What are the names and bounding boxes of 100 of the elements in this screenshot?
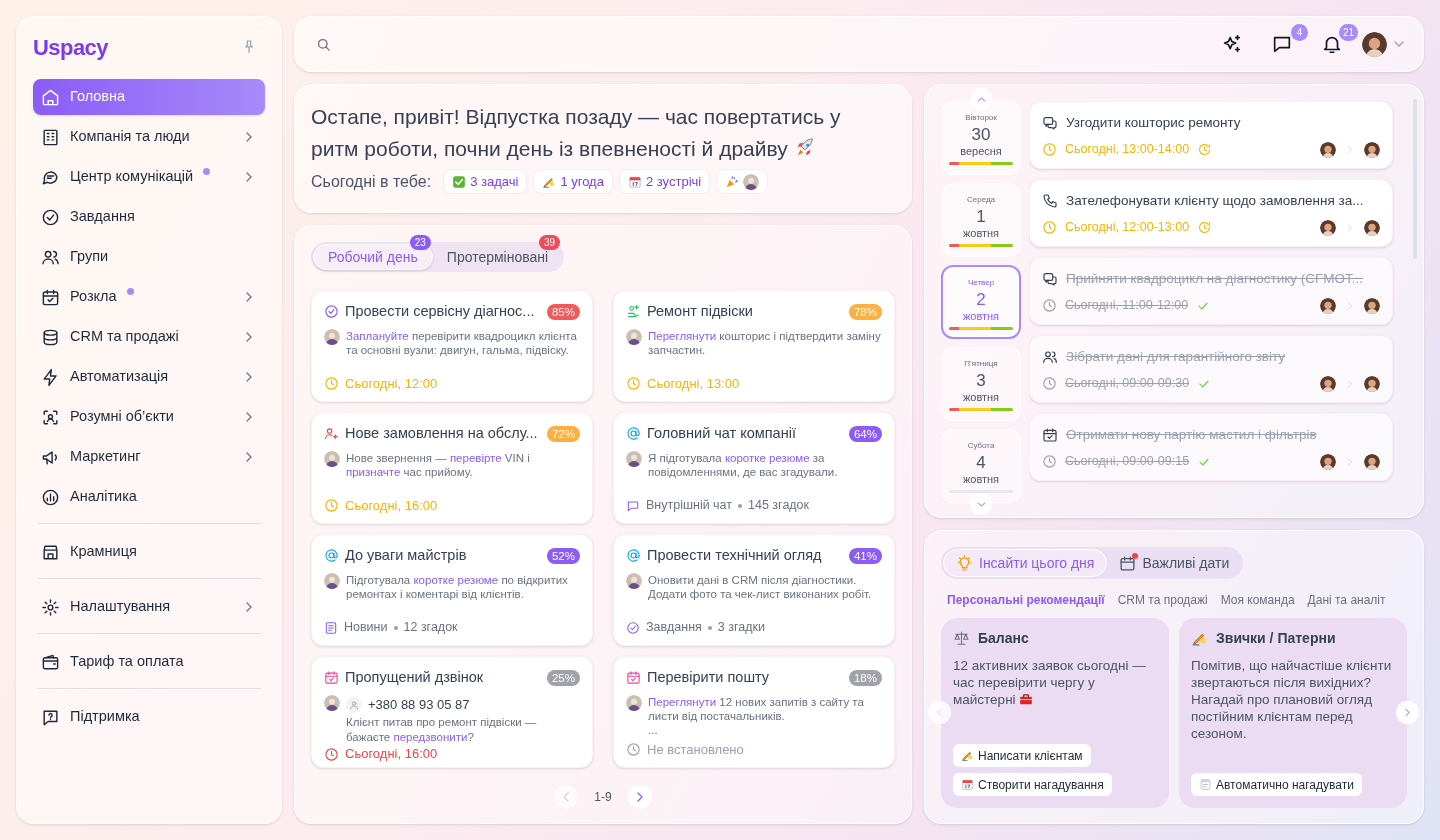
- next-page-button[interactable]: [627, 785, 652, 809]
- logo[interactable]: Uspacy: [33, 30, 108, 64]
- task-title: До уваги майстрів: [345, 546, 468, 565]
- avatar: [1320, 297, 1336, 314]
- sidebar-item[interactable]: Центр комунікацій: [33, 159, 265, 195]
- clock-icon: [324, 497, 339, 513]
- percent-badge: 85%: [546, 303, 580, 320]
- clock-refresh-icon: [1197, 220, 1213, 236]
- avatar: [324, 572, 340, 589]
- avatar: [1320, 453, 1336, 470]
- next-button[interactable]: [1396, 701, 1419, 724]
- event-title: Отримати нову партію мастил і фільтрів: [1066, 426, 1317, 444]
- due-time: Сьогодні, 16:00: [345, 745, 438, 764]
- greeting-text: Остапе, привіт! Відпустка позаду — час повертатись у ритм роботи, почни день із впевненості й драйву: [311, 104, 842, 162]
- sidebar-item[interactable]: Групи: [33, 239, 265, 275]
- link[interactable]: Переглянути: [648, 329, 717, 342]
- task-card[interactable]: Нове замовлення на обслу... 72% Нове звернення — перевірте VIN і призначте час прийому. Сьогодні, 16:00: [311, 412, 593, 524]
- avatar: [626, 450, 642, 467]
- task-card[interactable]: Головний чат компанії 64% Я підготувала коротке резюме за повідомленнями, де вас згадували. Внутрішній чат 145 згадок: [613, 412, 895, 524]
- link[interactable]: Заплануйте: [346, 329, 409, 342]
- event-card[interactable]: Зателефонувати клієнту щодо замовлення за... Сьогодні, 12:00-13:00: [1029, 179, 1393, 247]
- day-card[interactable]: Четвер 2 жовтня: [941, 265, 1021, 339]
- sidebar-item[interactable]: Головна: [33, 79, 265, 115]
- sidebar-item[interactable]: Компанія та люди: [33, 119, 265, 155]
- sidebar-item[interactable]: Автоматизація: [33, 359, 265, 395]
- sidebar-item[interactable]: Аналітика: [33, 479, 265, 515]
- avatar: [1320, 219, 1336, 236]
- task-title: Нове замовлення на обслу...: [345, 424, 539, 443]
- phone-icon: [1042, 193, 1058, 210]
- action-button[interactable]: Створити нагадування: [953, 773, 1112, 796]
- scroll-up-button[interactable]: [970, 88, 992, 110]
- link[interactable]: призначте: [346, 466, 401, 479]
- count-badge: 23: [409, 235, 431, 250]
- clock-icon: [1042, 220, 1057, 236]
- task-description: Переглянути 12 нових запитів з сайту та листи від постачальників.: [648, 694, 865, 724]
- clock-icon: [1042, 376, 1057, 392]
- category-tab[interactable]: CRM та продажі: [1117, 591, 1208, 609]
- summary-chip[interactable]: 3 задачі: [443, 169, 528, 194]
- calendar-icon: [626, 670, 641, 686]
- sidebar-item[interactable]: Розумні об’єкти: [33, 399, 265, 435]
- link[interactable]: Переглянути: [648, 695, 717, 708]
- sidebar-item[interactable]: CRM та продажі: [33, 319, 265, 355]
- calendar-icon: [627, 174, 642, 189]
- action-button[interactable]: Написати клієнтам: [953, 744, 1091, 767]
- task-card[interactable]: Ремонт підвіски 78% Переглянути кошторис і підтвердити заміну запчастин. Сьогодні, 13:00: [613, 290, 895, 402]
- event-card[interactable]: Узгодити кошторис ремонту Сьогодні, 13:00-14:00: [1029, 101, 1393, 169]
- sidebar-item[interactable]: Підтримка: [33, 699, 265, 735]
- sidebar-item[interactable]: Тариф та оплата: [33, 644, 265, 680]
- due-time: Сьогодні, 16:00: [345, 496, 438, 515]
- task-card[interactable]: Провести сервісну діагнос... 85% Заплануйте перевірити квадроцикл клієнта та основні вузли: двигун, гальма, підвіску. Сьогодні, 12:00: [311, 290, 593, 402]
- scan-icon: [41, 407, 60, 427]
- day-card[interactable]: Середа 1 жовтня: [941, 183, 1021, 257]
- sidebar-item[interactable]: Завдання: [33, 199, 265, 235]
- event-time: Сьогодні, 12:00-13:00: [1065, 219, 1190, 237]
- insight-text: Помітив, що найчастіше клієнти звертаються після вихідних? Нагадай про плановий огляд постійним клієнтам перед сезоном.: [1191, 657, 1393, 742]
- checkmark-circle-icon: [41, 207, 60, 227]
- summary-chip[interactable]: 1 угода: [533, 169, 613, 194]
- link[interactable]: коротке резюме: [724, 451, 810, 464]
- avatar: [1364, 453, 1380, 470]
- task-description: Клієнт питав про ремонт підвіски — бажаєте передзвонити?: [346, 715, 538, 745]
- calendar-icon: [324, 670, 339, 686]
- calendar-icon: [41, 287, 60, 307]
- avatar: [743, 173, 760, 190]
- month: жовтня: [962, 473, 1000, 486]
- sidebar-item[interactable]: Налаштування: [33, 589, 265, 625]
- task-card[interactable]: Перевірити пошту 18% Переглянути 12 нових запитів з сайту та листи від постачальників. ... Не встановлено: [613, 656, 895, 768]
- avatar: [626, 694, 642, 711]
- previous-button[interactable]: [928, 701, 951, 724]
- source-label: Новини: [344, 619, 388, 637]
- tab[interactable]: Важливі дати: [1107, 549, 1242, 577]
- percent-badge: 72%: [546, 425, 580, 442]
- help-icon: [41, 707, 60, 727]
- event-time: Сьогодні, 09:00-09:15: [1065, 453, 1190, 471]
- category-tab[interactable]: Моя команда: [1220, 591, 1295, 609]
- scroll-down-button[interactable]: [970, 493, 992, 515]
- avatar: [626, 572, 642, 589]
- task-card[interactable]: Провести технічний огляд 41% Оновити дані в CRM після діагностики. Додати фото та чек-лист виконаних робіт. Завдання 3 згадки: [613, 534, 895, 646]
- weekday: П’ятниця: [964, 359, 998, 369]
- lightning-icon: [41, 367, 60, 387]
- link[interactable]: передзвонити: [393, 730, 468, 743]
- task-card[interactable]: Пропущений дзвінок 25% +380 88 93 05 87 Клієнт питав про ремонт підвіски — бажаєте передзвонити? Сьогодні, 16:00: [311, 656, 593, 768]
- summary-chip[interactable]: 2 зустрічі: [618, 169, 711, 194]
- previous-page-button[interactable]: [554, 785, 579, 809]
- clock-icon: [1042, 454, 1057, 470]
- tab[interactable]: Інсайти цього дня: [943, 549, 1108, 577]
- action-button[interactable]: Автоматично нагадувати: [1191, 773, 1362, 796]
- summary-label: Сьогодні в тебе:: [311, 171, 432, 192]
- link[interactable]: коротке резюме: [413, 573, 499, 586]
- category-tab[interactable]: Дані та аналіт: [1307, 591, 1386, 609]
- link[interactable]: перевірте: [449, 451, 502, 464]
- sidebar-item[interactable]: Крамниця: [33, 534, 265, 570]
- store-icon: [41, 542, 60, 562]
- day-card[interactable]: Субота 4 жовтня: [941, 429, 1021, 503]
- day-card[interactable]: Вівторок 30 вересня: [941, 101, 1021, 175]
- sidebar-item[interactable]: Маркетинг: [33, 439, 265, 475]
- category-tab[interactable]: Персональні рекомендації: [947, 591, 1105, 609]
- day-card[interactable]: П’ятниця 3 жовтня: [941, 347, 1021, 421]
- summary-chip[interactable]: [716, 169, 769, 194]
- task-card[interactable]: До уваги майстрів 52% Підготувала коротке резюме по відкритих ремонтах і коментарі від клієнтів. Новини 12 згадок: [311, 534, 593, 646]
- sidebar-item[interactable]: Розкла: [33, 279, 265, 315]
